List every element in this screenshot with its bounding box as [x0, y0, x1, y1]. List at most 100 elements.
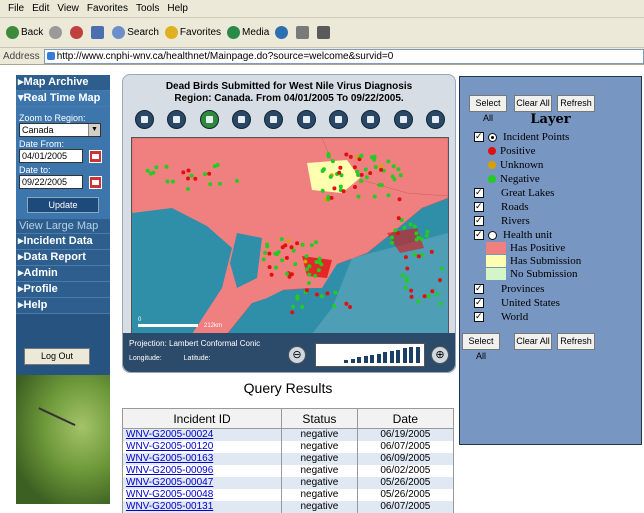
print-icon[interactable]: [328, 110, 348, 129]
checkbox-provinces[interactable]: [474, 282, 484, 294]
incident-point[interactable]: [400, 273, 405, 278]
incident-point[interactable]: [307, 264, 312, 269]
incident-point[interactable]: [330, 159, 335, 164]
incident-point[interactable]: [326, 154, 331, 159]
nav-incident-data[interactable]: ▸Incident Data: [16, 234, 110, 250]
incident-point[interactable]: [396, 216, 401, 221]
zoom-segment[interactable]: [363, 356, 368, 363]
incident-point[interactable]: [316, 268, 321, 273]
incident-point[interactable]: [261, 257, 266, 262]
incident-point[interactable]: [332, 304, 337, 308]
clear-all-button-bottom[interactable]: Clear All: [514, 333, 552, 350]
incident-point[interactable]: [359, 154, 364, 159]
incident-point[interactable]: [154, 165, 159, 170]
incident-point[interactable]: [338, 165, 343, 170]
favorites-button[interactable]: Favorites: [164, 26, 221, 39]
incident-point[interactable]: [397, 197, 402, 202]
incident-point[interactable]: [363, 167, 368, 172]
incident-point[interactable]: [164, 164, 169, 169]
update-button[interactable]: Update: [27, 197, 99, 213]
incident-point[interactable]: [189, 173, 194, 178]
incident-point[interactable]: [151, 170, 156, 175]
checkbox-rivers[interactable]: [474, 214, 484, 226]
incident-point[interactable]: [303, 259, 308, 264]
incident-point[interactable]: [314, 240, 318, 245]
incident-point[interactable]: [313, 273, 318, 278]
zoom-segment[interactable]: [409, 347, 413, 363]
incident-point[interactable]: [348, 154, 353, 159]
incident-point[interactable]: [386, 159, 391, 164]
incident-point[interactable]: [280, 258, 285, 263]
incident-point[interactable]: [403, 255, 408, 260]
incident-point[interactable]: [337, 170, 342, 175]
incident-point[interactable]: [304, 254, 309, 259]
incident-point[interactable]: [314, 292, 319, 297]
view-large-map-link[interactable]: View Large Map: [16, 219, 110, 234]
incident-point[interactable]: [425, 229, 430, 234]
zoom-segment[interactable]: [396, 349, 400, 363]
incident-point[interactable]: [332, 186, 337, 191]
nav-real-time-map[interactable]: ▾Real Time Map: [16, 91, 110, 107]
incident-point[interactable]: [402, 225, 407, 230]
zoom-segment[interactable]: [370, 354, 374, 363]
incident-point[interactable]: [171, 179, 175, 184]
incident-point[interactable]: [434, 292, 439, 297]
incident-point[interactable]: [274, 265, 278, 270]
col-date[interactable]: Date: [356, 408, 455, 429]
incident-point[interactable]: [207, 171, 212, 176]
nav-profile[interactable]: ▸Profile: [16, 282, 110, 298]
incident-point[interactable]: [338, 184, 343, 189]
incident-id-link[interactable]: WNV-G2005-00047: [121, 477, 283, 489]
zoom-segment[interactable]: [389, 350, 394, 363]
incident-point[interactable]: [392, 177, 397, 182]
region-select[interactable]: Canada ▼: [19, 123, 101, 137]
incident-point[interactable]: [415, 299, 420, 304]
incident-point[interactable]: [412, 224, 417, 229]
incident-point[interactable]: [426, 294, 431, 299]
incident-point[interactable]: [286, 239, 291, 243]
incident-point[interactable]: [208, 182, 213, 187]
zoom-segment[interactable]: [344, 360, 348, 363]
select-icon[interactable]: [361, 110, 381, 129]
incident-point[interactable]: [279, 237, 284, 242]
incident-point[interactable]: [398, 173, 403, 178]
incident-point[interactable]: [405, 266, 410, 271]
incident-point[interactable]: [309, 243, 314, 248]
calendar-icon[interactable]: [89, 175, 102, 189]
incident-id-link[interactable]: WNV-G2005-00163: [121, 453, 283, 465]
menu-help[interactable]: Help: [167, 3, 188, 14]
incident-point[interactable]: [300, 304, 305, 309]
incident-point[interactable]: [165, 179, 170, 184]
incident-point[interactable]: [263, 250, 268, 255]
incident-point[interactable]: [393, 228, 398, 233]
radio-incident-points[interactable]: [488, 132, 497, 142]
incident-point[interactable]: [186, 176, 190, 181]
nav-data-report[interactable]: ▸Data Report: [16, 250, 110, 266]
incident-point[interactable]: [424, 233, 429, 238]
incident-point[interactable]: [344, 301, 349, 306]
incident-point[interactable]: [276, 250, 281, 255]
zoom-out-button[interactable]: ⊖: [288, 346, 306, 364]
incident-point[interactable]: [333, 290, 338, 295]
incident-point[interactable]: [234, 178, 239, 183]
refresh-button-top[interactable]: Refresh: [557, 95, 595, 112]
incident-point[interactable]: [295, 296, 300, 301]
stop-button[interactable]: [70, 26, 85, 39]
incident-point[interactable]: [285, 271, 289, 276]
checkbox-roads[interactable]: [474, 200, 484, 212]
zoom-segment[interactable]: [376, 353, 381, 363]
incident-point[interactable]: [300, 242, 305, 247]
incident-point[interactable]: [317, 260, 322, 265]
incident-id-link[interactable]: WNV-G2005-00096: [121, 465, 283, 477]
incident-point[interactable]: [284, 255, 289, 260]
incident-point[interactable]: [280, 245, 285, 250]
incident-point[interactable]: [293, 262, 298, 267]
incident-point[interactable]: [420, 253, 425, 257]
checkbox-great-lakes[interactable]: [474, 186, 484, 198]
incident-point[interactable]: [295, 241, 300, 246]
checkbox-health-unit[interactable]: [474, 228, 484, 240]
incident-point[interactable]: [289, 245, 294, 250]
checkbox-united-states[interactable]: [474, 296, 484, 308]
incident-point[interactable]: [386, 193, 391, 198]
incident-point[interactable]: [320, 188, 325, 193]
